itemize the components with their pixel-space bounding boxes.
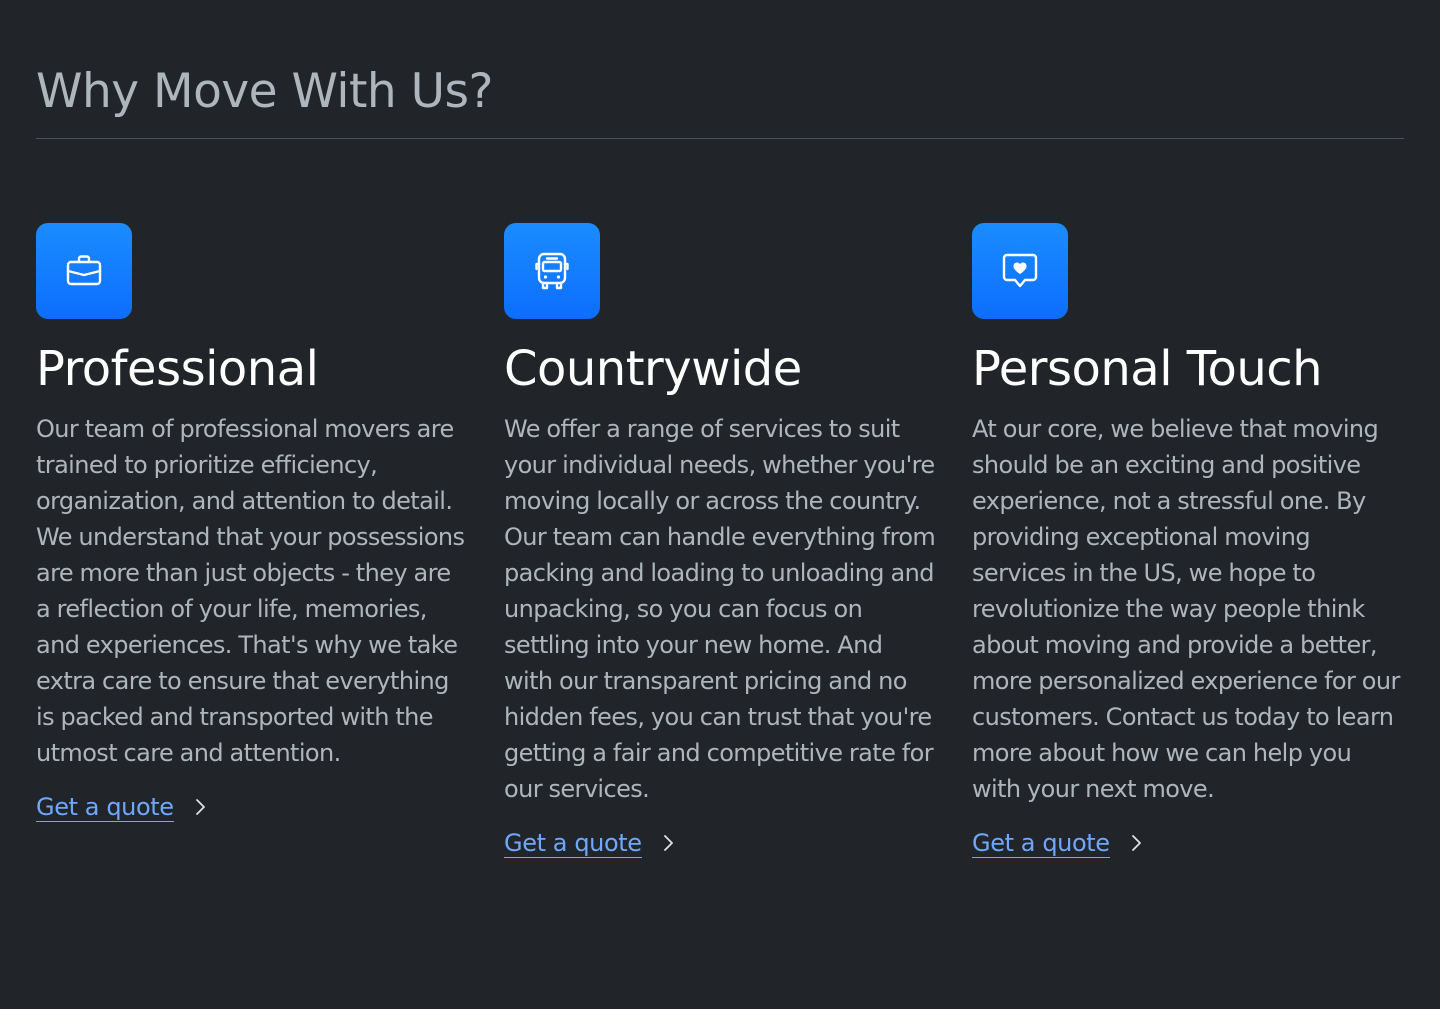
feature-description: Our team of professional movers are trai… (36, 414, 465, 767)
feature-countrywide: Countrywide We offer a range of services… (504, 223, 936, 859)
feature-icon-box (504, 223, 600, 319)
get-quote-label: Get a quote (972, 828, 1110, 859)
feature-description: At our core, we believe that moving shou… (972, 414, 1400, 803)
get-quote-link[interactable]: Get a quote (36, 793, 210, 823)
chevron-right-icon (663, 835, 673, 852)
chat-heart-icon (1002, 253, 1038, 288)
get-quote-label: Get a quote (504, 828, 642, 859)
feature-professional: Professional Our team of professional mo… (36, 223, 468, 858)
feature-title: Countrywide (504, 341, 802, 397)
bus-icon (535, 252, 569, 290)
section-divider (36, 138, 1404, 139)
briefcase-icon (66, 255, 102, 286)
features-grid: Professional Our team of professional mo… (36, 223, 1404, 859)
get-quote-label: Get a quote (36, 792, 174, 823)
chevron-right-icon (1131, 835, 1141, 852)
get-quote-link[interactable]: Get a quote (972, 829, 1146, 859)
feature-title: Personal Touch (972, 341, 1323, 397)
feature-title: Professional (36, 341, 319, 397)
feature-description: We offer a range of services to suit you… (504, 414, 936, 803)
feature-personal-touch: Personal Touch At our core, we believe t… (972, 223, 1404, 859)
get-quote-link[interactable]: Get a quote (504, 829, 678, 859)
chevron-right-icon (195, 799, 205, 816)
feature-icon-box (36, 223, 132, 319)
feature-icon-box (972, 223, 1068, 319)
section-title: Why Move With Us? (36, 64, 493, 119)
features-section: Why Move With Us? Professional Our team … (0, 0, 1440, 1009)
